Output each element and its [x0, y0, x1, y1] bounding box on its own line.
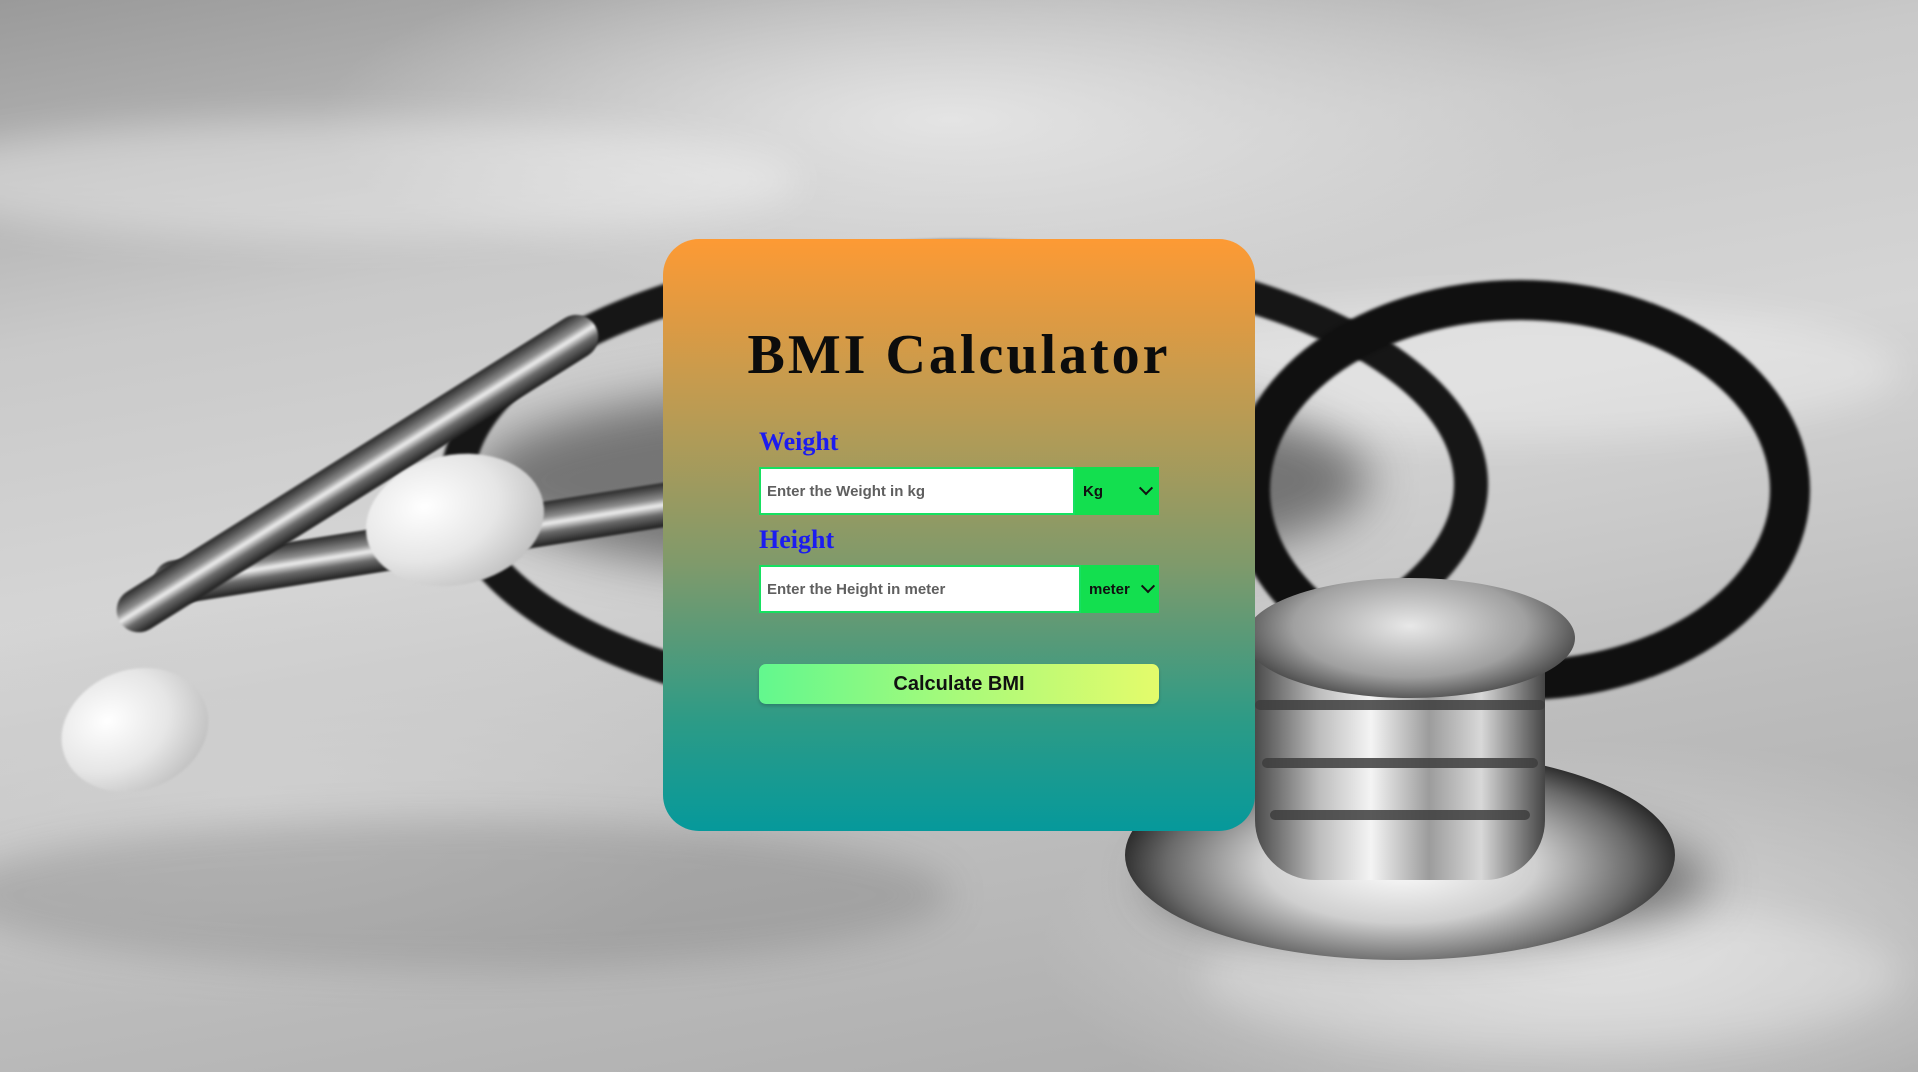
height-label: Height [759, 525, 835, 554]
page-title: BMI Calculator [747, 324, 1171, 386]
chevron-down-icon [1140, 579, 1156, 594]
height-input[interactable] [759, 565, 1081, 613]
height-input-group: meter [759, 565, 1159, 613]
calculate-bmi-button[interactable]: Calculate BMI [759, 664, 1159, 704]
chevron-down-icon [1138, 481, 1154, 496]
weight-label: Weight [759, 427, 839, 456]
weight-unit-select[interactable]: Kg [1075, 467, 1159, 515]
weight-input-group: Kg [759, 467, 1159, 515]
height-unit-select[interactable]: meter [1081, 565, 1159, 613]
weight-unit-value: Kg [1083, 482, 1103, 500]
height-unit-value: meter [1089, 580, 1130, 598]
bmi-calculator-card: BMI Calculator Weight Kg Height meter Ca… [663, 239, 1255, 831]
weight-input[interactable] [759, 467, 1075, 515]
